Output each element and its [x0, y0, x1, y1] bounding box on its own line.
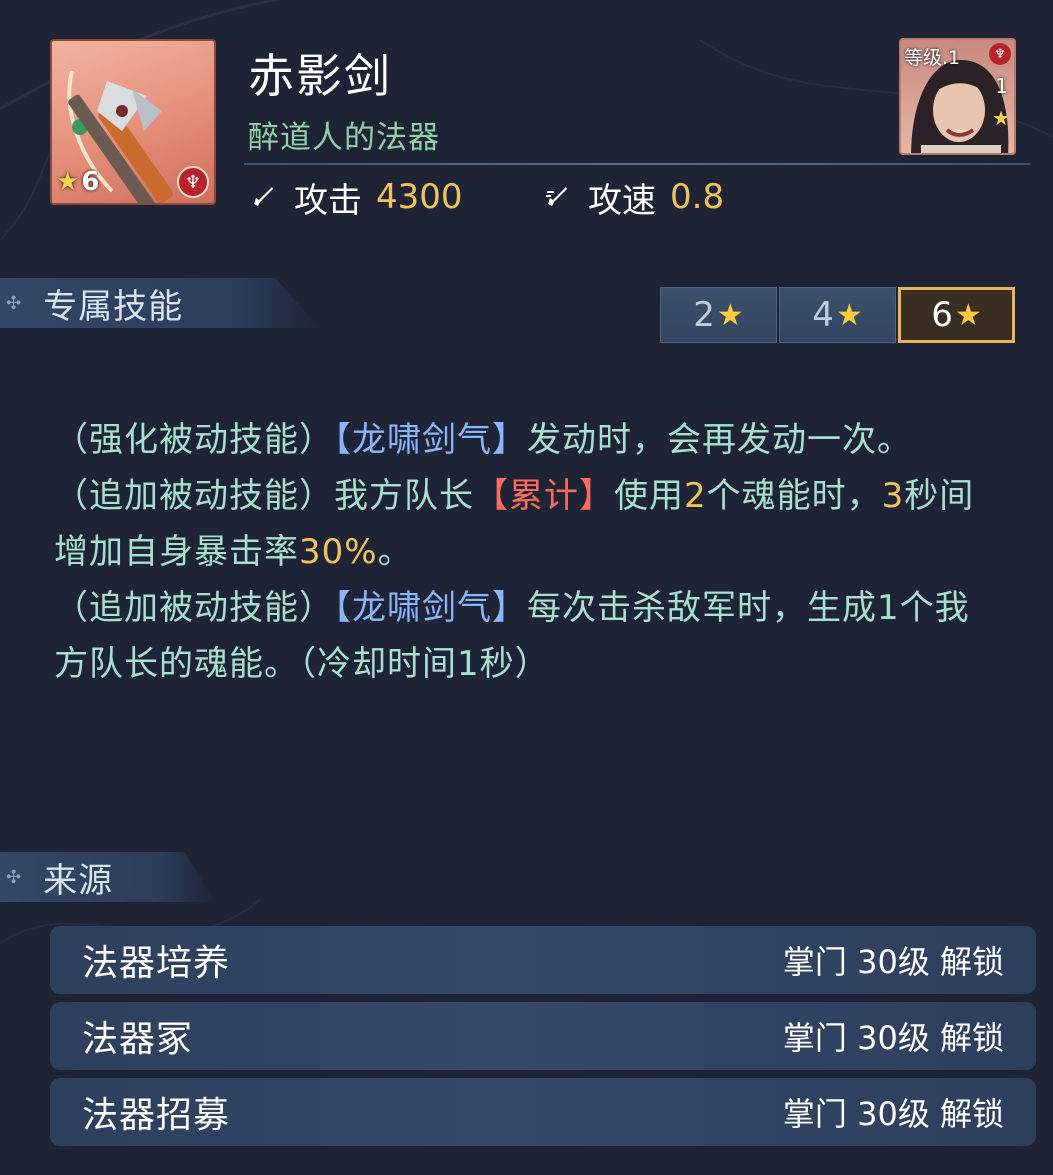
skills-section-header: ✣ 专属技能: [0, 278, 320, 328]
sect-emblem-icon: ♆: [177, 166, 209, 198]
desc-text: （追加被动技能）: [54, 588, 334, 628]
source-requirement: 掌门 30级 解锁: [782, 1019, 1004, 1057]
item-star-count: ★ 6: [56, 165, 99, 199]
desc-text: 发动时，会再发动一次。: [527, 420, 912, 460]
source-row-recruit[interactable]: 法器招募 掌门 30级 解锁: [50, 1078, 1036, 1146]
skill-keyword: 【龙啸剑气】: [334, 420, 527, 460]
star-tab-4[interactable]: 4 ★: [779, 287, 896, 343]
source-requirement: 掌门 30级 解锁: [782, 943, 1004, 981]
skills-section-title: 专属技能: [43, 286, 184, 327]
portrait-count: 1: [995, 74, 1008, 98]
source-name: 法器冢: [82, 1019, 194, 1060]
desc-text: （追加被动技能）我方队长: [54, 476, 474, 516]
skill-paragraph-1: （强化被动技能）【龙啸剑气】发动时，会再发动一次。: [54, 412, 994, 468]
diamond-icon: ✣: [6, 866, 22, 888]
attack-label: 攻击: [294, 180, 362, 221]
item-icon-frame: ★ 6 ♆: [50, 39, 216, 205]
skill-description: （强化被动技能）【龙啸剑气】发动时，会再发动一次。 （追加被动技能）我方队长【累…: [54, 412, 994, 692]
character-portrait[interactable]: 等级.1 ♆ 1 ★: [899, 38, 1016, 155]
skill-keyword: 【龙啸剑气】: [334, 588, 527, 628]
star-tab-label: 2: [693, 295, 715, 335]
item-star-value: 6: [81, 167, 100, 197]
star-icon: ★: [716, 297, 744, 333]
speed-stat: 攻速 0.8: [544, 175, 725, 221]
source-name: 法器培养: [82, 943, 231, 984]
sword-stat-icon: [254, 187, 273, 206]
star-tab-label: 4: [812, 295, 834, 335]
star-level-tabs: 2 ★ 4 ★ 6 ★: [660, 287, 1017, 343]
desc-text: （强化被动技能）: [54, 420, 334, 460]
item-name: 赤影剑: [248, 49, 392, 103]
source-row-tomb[interactable]: 法器冢 掌门 30级 解锁: [50, 1002, 1036, 1070]
star-tab-label: 6: [931, 295, 953, 335]
star-tab-2[interactable]: 2 ★: [660, 287, 777, 343]
attack-stat: 攻击 4300: [250, 175, 463, 221]
desc-text: 使用: [614, 476, 684, 516]
source-row-cultivation[interactable]: 法器培养 掌门 30级 解锁: [50, 926, 1036, 994]
source-section-title: 来源: [43, 860, 114, 901]
speed-label: 攻速: [588, 180, 656, 221]
source-requirement: 掌门 30级 解锁: [782, 1095, 1004, 1133]
desc-number: 3: [881, 476, 905, 516]
star-icon: ★: [954, 297, 982, 333]
portrait-level: 等级.1: [904, 47, 961, 69]
speed-value: 0.8: [670, 177, 725, 217]
source-section-header: ✣ 来源: [0, 852, 215, 902]
sect-emblem-icon: ♆: [989, 43, 1011, 65]
item-owner: 醉道人的法器: [248, 120, 440, 156]
desc-text: 。: [377, 532, 413, 572]
desc-number: 2: [684, 476, 707, 516]
desc-text: 个魂能时，: [706, 476, 882, 516]
star-icon: ★: [992, 106, 1010, 130]
star-tab-6[interactable]: 6 ★: [898, 287, 1015, 343]
source-name: 法器招募: [82, 1095, 231, 1136]
skill-paragraph-2: （追加被动技能）我方队长【累计】使用2个魂能时，3秒间增加自身暴击率30%。: [54, 468, 994, 580]
desc-number: 30%: [299, 532, 378, 572]
star-icon: ★: [835, 297, 863, 333]
diamond-icon: ✣: [6, 292, 22, 314]
attack-value: 4300: [376, 177, 463, 217]
skill-paragraph-3: （追加被动技能）【龙啸剑气】每次击杀敌军时，生成1个我方队长的魂能。（冷却时间1…: [54, 580, 994, 692]
speed-stat-icon: [546, 187, 567, 206]
star-icon: ★: [56, 167, 80, 197]
skill-keyword: 【累计】: [474, 476, 614, 516]
header-divider: [244, 163, 1030, 165]
